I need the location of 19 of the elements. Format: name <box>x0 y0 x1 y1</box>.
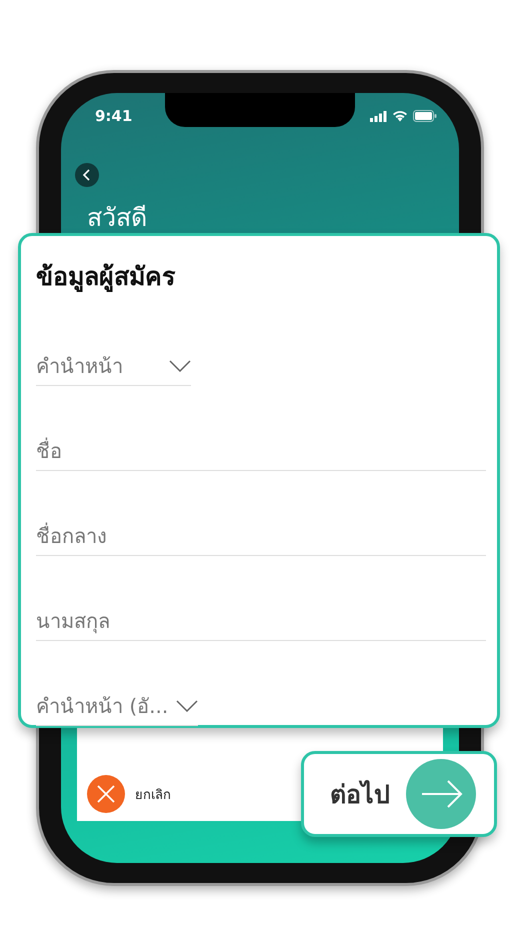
form-title: ข้อมูลผู้สมัคร <box>36 261 176 294</box>
greeting-title: สวัสดี <box>87 202 148 234</box>
input-field[interactable]: นามสกุล <box>36 601 486 641</box>
battery-icon <box>413 110 437 122</box>
signal-icon <box>370 110 387 122</box>
input-field[interactable]: ชื่อ <box>36 431 486 471</box>
close-icon <box>87 775 125 813</box>
arrow-right-icon <box>406 759 476 829</box>
dropdown-field[interactable]: คำนำหน้า (อั... <box>36 686 198 726</box>
wifi-icon <box>392 110 408 122</box>
dropdown-field[interactable]: คำนำหน้า <box>36 346 191 386</box>
next-button[interactable]: ต่อไป <box>301 751 497 837</box>
input-field[interactable]: ชื่อกลาง <box>36 516 486 556</box>
chevron-left-icon <box>82 169 92 181</box>
status-time: 9:41 <box>95 107 132 125</box>
chevron-down-icon <box>176 700 198 712</box>
back-button[interactable] <box>75 163 99 187</box>
cancel-button[interactable]: ยกเลิก <box>87 775 171 813</box>
chevron-down-icon <box>169 360 191 372</box>
